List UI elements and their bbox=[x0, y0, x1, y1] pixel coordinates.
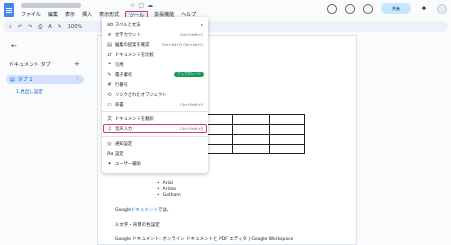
word-count-icon: ≡ bbox=[107, 31, 112, 38]
share-button[interactable]: 共有 bbox=[381, 3, 411, 14]
menu-item-dictionary[interactable]: ▭ 辞書 Ctrl+Shift+Y bbox=[102, 100, 208, 109]
more-options-icon[interactable]: ⋮ bbox=[75, 77, 80, 83]
header-actions: 共有 ✦ bbox=[327, 3, 447, 14]
translate-icon: 文 bbox=[107, 116, 113, 122]
paint-format-icon[interactable]: ✎ bbox=[58, 24, 62, 30]
zoom-select[interactable]: 100% bbox=[68, 24, 82, 30]
spelling-icon[interactable]: A bbox=[48, 24, 51, 30]
history-icon[interactable] bbox=[327, 3, 337, 14]
star-icon[interactable]: ☆ bbox=[130, 2, 135, 9]
cloud-status-icon[interactable]: ☁ bbox=[147, 2, 153, 9]
accessibility-icon: ✦ bbox=[107, 160, 112, 167]
compare-icon: ⇄ bbox=[107, 51, 112, 58]
menu-edit[interactable]: 編集 bbox=[47, 11, 59, 20]
menu-item-review-edits[interactable]: ▤ 編集の提案を確認 Ctrl+Alt+O Ctrl+Alt+U bbox=[102, 40, 208, 49]
document-title[interactable] bbox=[21, 3, 81, 8]
body-text: Googleドキュメントでは、 bbox=[115, 208, 172, 213]
list-item: Arial bbox=[157, 181, 173, 186]
menu-item-accessibility[interactable]: ✦ ユーザー補助 bbox=[102, 159, 208, 168]
body-text-link: Google ドキュメント: オンライン ドキュメントと PDF エディタ | … bbox=[115, 237, 294, 242]
citations-icon: ❝ bbox=[108, 61, 111, 68]
menu-item-word-count[interactable]: ≡ 文字カウント Ctrl+Shift+C bbox=[102, 30, 208, 39]
tab-1[interactable]: ▤ タブ 1 ⋮ bbox=[6, 75, 84, 84]
list-item: Arimo bbox=[157, 187, 176, 192]
tab-label: タブ 1 bbox=[17, 77, 33, 83]
title-bar: ☆ ▢ ☁ ファイル 編集 表示 挿入 表示形式 ツール 拡張機能 ヘルプ 共有… bbox=[0, 0, 451, 22]
menu-item-translate[interactable]: 文 ドキュメントを翻訳 bbox=[102, 114, 208, 123]
menu-item-citations[interactable]: ❝ 引用 bbox=[102, 60, 208, 69]
title-icons: ☆ ▢ ☁ bbox=[130, 2, 153, 9]
outline-heading-item[interactable]: 1.見出し設定 bbox=[16, 89, 43, 95]
docs-logo-icon[interactable] bbox=[4, 3, 14, 17]
spellcheck-icon: ab bbox=[107, 21, 114, 28]
submenu-arrow-icon: ▸ bbox=[200, 22, 203, 27]
menu-item-esignature[interactable]: ✎ 電子署名 アップグレード bbox=[102, 70, 208, 79]
menu-item-compare[interactable]: ⇄ ドキュメントを比較 bbox=[102, 50, 208, 59]
heading-text: 3.文字・背景の色設定 bbox=[115, 223, 160, 228]
document-table[interactable] bbox=[194, 114, 305, 154]
back-arrow-icon[interactable]: ← bbox=[11, 42, 17, 50]
menu-item-line-numbers[interactable]: # 行番号 bbox=[102, 80, 208, 89]
menu-item-linked-objects[interactable]: ⟲ リンクされたオブジェクト bbox=[102, 90, 208, 99]
search-menus-icon[interactable]: ⌕ bbox=[9, 24, 12, 30]
document-tabs-sidebar: ← ドキュメント タブ + ▤ タブ 1 ⋮ 1.見出し設定 bbox=[0, 35, 88, 245]
settings-icon: Aa bbox=[107, 150, 114, 157]
notifications-icon: ◎ bbox=[107, 140, 112, 147]
docs-link[interactable]: ドキュメント bbox=[131, 208, 158, 213]
menu-item-notifications[interactable]: ◎ 通知設定 bbox=[102, 139, 208, 148]
menu-insert[interactable]: 挿入 bbox=[81, 11, 93, 20]
line-numbers-icon: # bbox=[107, 81, 112, 88]
toolbar: ⌕ ↶ ↷ ⎙ A ✎ 100% bbox=[3, 21, 448, 32]
menu-item-spelling[interactable]: ab スペルと文法 ▸ bbox=[102, 20, 208, 29]
menu-divider bbox=[102, 111, 208, 112]
menu-file[interactable]: ファイル bbox=[20, 11, 42, 20]
meet-icon[interactable] bbox=[363, 3, 373, 14]
gemini-icon[interactable]: ✦ bbox=[419, 4, 429, 14]
tools-menu: ab スペルと文法 ▸ ≡ 文字カウント Ctrl+Shift+C ▤ 編集の提… bbox=[102, 17, 208, 173]
menu-item-settings[interactable]: Aa 設定 bbox=[102, 149, 208, 158]
undo-icon[interactable]: ↶ bbox=[18, 24, 22, 30]
menu-view[interactable]: 表示 bbox=[64, 11, 76, 20]
review-icon: ▤ bbox=[107, 41, 112, 48]
tabs-title: ドキュメント タブ bbox=[9, 62, 51, 68]
linked-objects-icon: ⟲ bbox=[107, 91, 112, 98]
list-item: Gotham bbox=[157, 193, 181, 198]
voice-typing-highlight bbox=[103, 124, 207, 133]
redo-icon[interactable]: ↷ bbox=[28, 24, 32, 30]
upgrade-badge: アップグレード bbox=[174, 72, 204, 77]
move-folder-icon[interactable]: ▢ bbox=[138, 2, 144, 9]
menu-divider bbox=[102, 136, 208, 137]
comments-icon[interactable] bbox=[345, 3, 355, 14]
tab-doc-icon: ▤ bbox=[10, 76, 15, 83]
esignature-icon: ✎ bbox=[107, 71, 112, 78]
dictionary-icon: ▭ bbox=[107, 101, 112, 108]
avatar[interactable] bbox=[437, 3, 447, 14]
print-icon[interactable]: ⎙ bbox=[38, 24, 42, 30]
add-tab-icon[interactable]: + bbox=[74, 60, 80, 68]
